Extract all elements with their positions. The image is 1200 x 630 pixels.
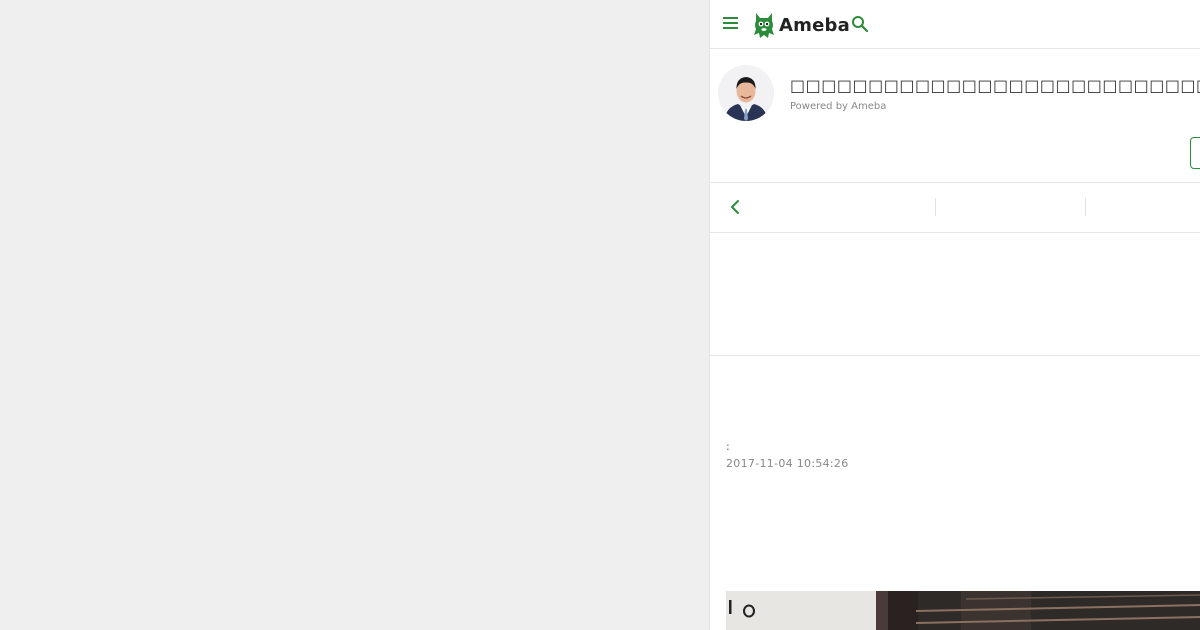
hamburger-menu-icon[interactable]: [723, 17, 738, 31]
chevron-left-icon[interactable]: [728, 199, 742, 215]
blog-title[interactable]: □□□□□□□□□□□□□□□□□□□□□□□□□□□□□□□□□□: [790, 76, 1200, 95]
avatar[interactable]: [718, 65, 774, 121]
entry-photo[interactable]: [726, 591, 1200, 630]
entry-date: 2017-11-04 10:54:26: [726, 457, 849, 470]
entry-navigation: [710, 183, 1200, 233]
follow-button[interactable]: [1190, 137, 1200, 169]
global-header: Ameba: [710, 0, 1200, 49]
nav-divider: [935, 198, 936, 216]
left-blank-area: [0, 0, 709, 630]
avatar-portrait-image: [718, 65, 774, 121]
ameba-logo[interactable]: Ameba: [753, 11, 850, 39]
nav-divider: [1085, 198, 1086, 216]
powered-by-text: Powered by Ameba: [790, 101, 887, 112]
logo-text: Ameba: [779, 14, 850, 36]
ad-space: [710, 233, 1200, 356]
entry-theme[interactable]: :: [726, 440, 730, 453]
ameba-mascot-icon: [754, 13, 774, 38]
blog-header: □□□□□□□□□□□□□□□□□□□□□□□□□□□□□□□□□□ Power…: [710, 49, 1200, 183]
blog-page: Ameba □□□□□□□□□□□□□□□□□□□□□□□□□□□□□□□□□□…: [709, 0, 1200, 630]
search-icon[interactable]: [851, 15, 869, 33]
